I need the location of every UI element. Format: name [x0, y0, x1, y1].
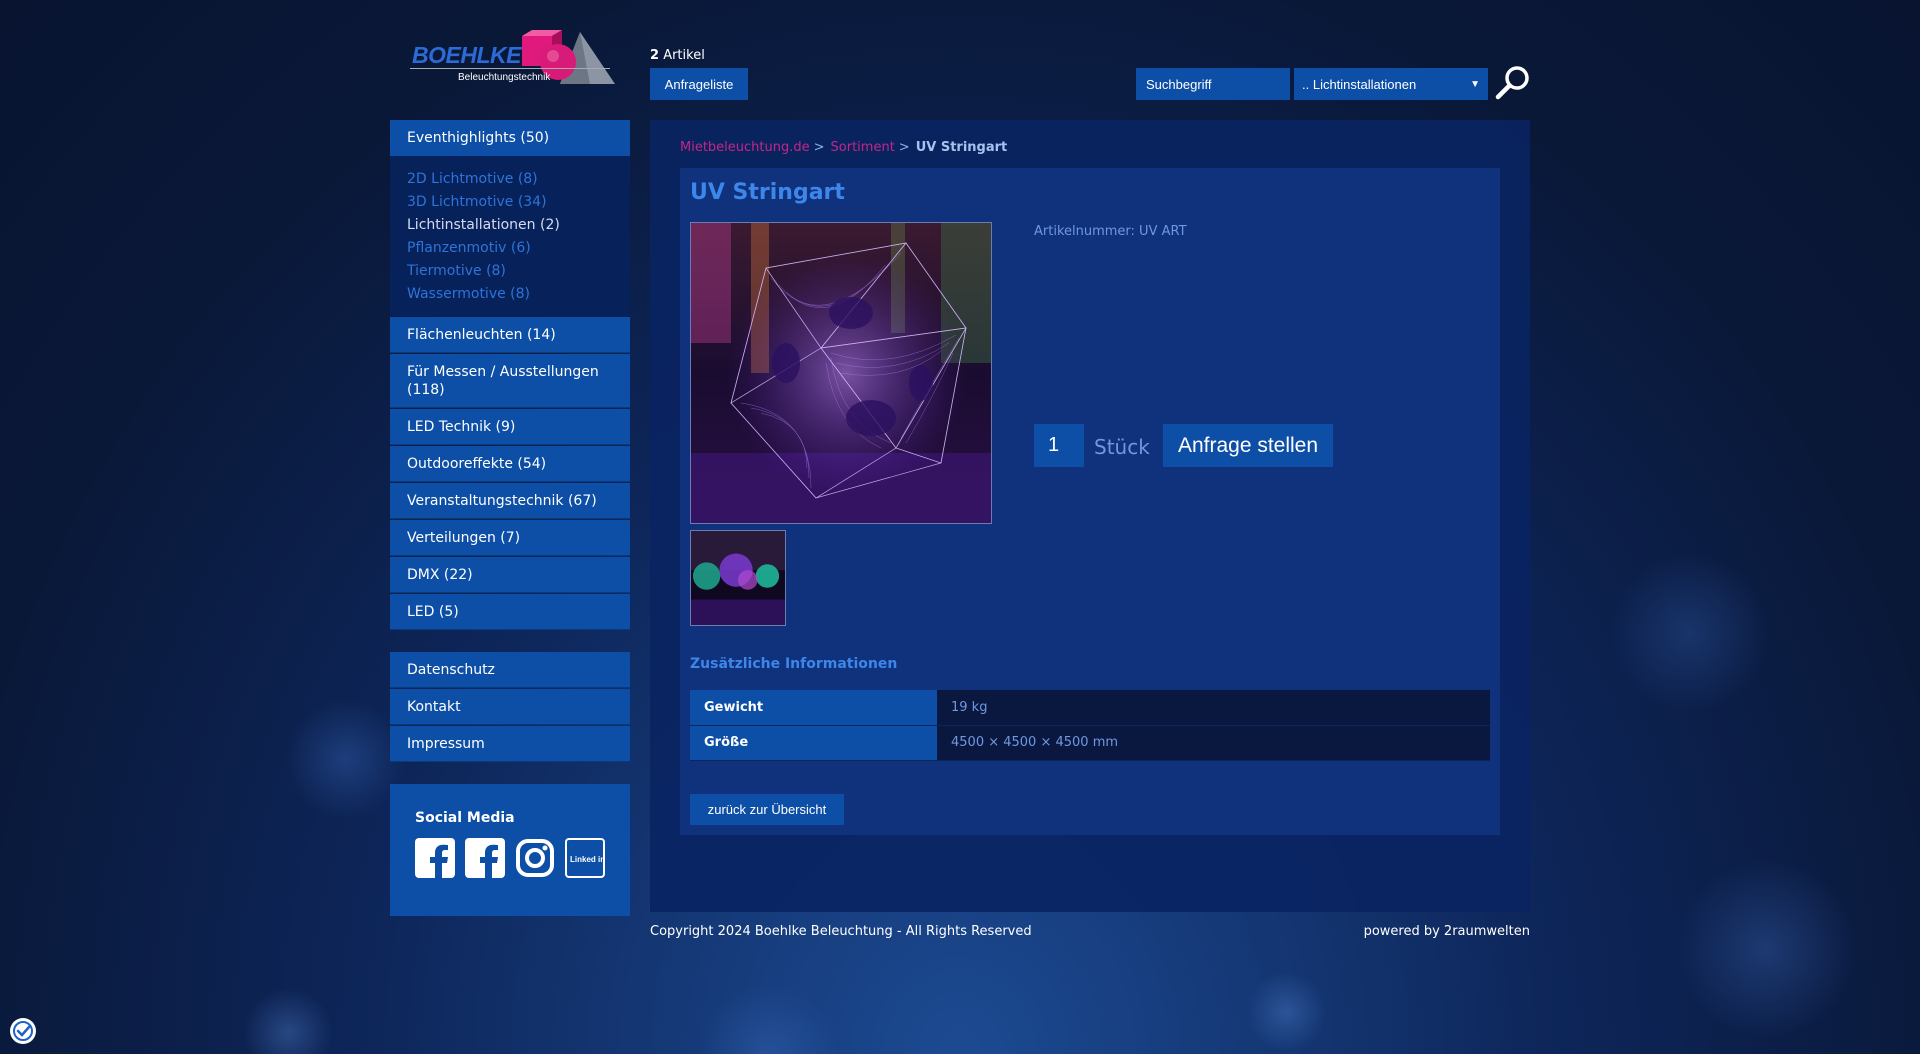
- category-nav: Flächenleuchten (14) Für Messen / Ausste…: [390, 317, 630, 630]
- search-icon[interactable]: [1494, 64, 1532, 102]
- product-article-number: Artikelnummer: UV ART: [1034, 224, 1187, 239]
- sidebar-item-veranstaltungstechnik[interactable]: Veranstaltungstechnik (67): [390, 483, 630, 519]
- product-thumbnail[interactable]: [690, 530, 786, 626]
- info-value: 4500 × 4500 × 4500 mm: [937, 725, 1490, 761]
- sidebar-item-dmx[interactable]: DMX (22): [390, 557, 630, 593]
- facebook-icon[interactable]: [415, 838, 455, 878]
- chevron-down-icon: ▼: [1470, 78, 1480, 90]
- category-select-value: .. Lichtinstallationen: [1302, 76, 1417, 92]
- cart-count-label: Artikel: [663, 48, 705, 63]
- info-value: 19 kg: [937, 690, 1490, 726]
- sidebar-item-led[interactable]: LED (5): [390, 594, 630, 630]
- category-select[interactable]: .. Lichtinstallationen ▼: [1294, 68, 1488, 100]
- quantity-input[interactable]: [1034, 424, 1084, 467]
- logo-subtitle: Beleuchtungstechnik: [458, 72, 551, 83]
- sidebar-item-verteilungen[interactable]: Verteilungen (7): [390, 520, 630, 556]
- social-media-box: Social Media Linked in: [390, 784, 630, 916]
- search-input[interactable]: [1136, 68, 1290, 100]
- table-row: Größe 4500 × 4500 × 4500 mm: [690, 725, 1490, 761]
- copyright-text: Copyright 2024 Boehlke Beleuchtung - All…: [650, 924, 1032, 939]
- sidebar-item-datenschutz[interactable]: Datenschutz: [390, 652, 630, 688]
- additional-info-title: Zusätzliche Informationen: [690, 656, 898, 672]
- subcategory-item-active[interactable]: Lichtinstallationen (2): [407, 214, 613, 237]
- cookie-consent-icon[interactable]: [10, 1018, 36, 1044]
- category-box: Eventhighlights (50) 2D Lichtmotive (8) …: [390, 120, 630, 316]
- logo[interactable]: BOEHLKE Beleuchtungstechnik: [410, 28, 620, 90]
- instagram-icon[interactable]: [515, 838, 555, 878]
- sidebar-item-led-technik[interactable]: LED Technik (9): [390, 409, 630, 445]
- subcategory-item[interactable]: 2D Lichtmotive (8): [407, 168, 613, 191]
- cart-count-number: 2: [650, 48, 660, 63]
- breadcrumb-home-link[interactable]: Mietbeleuchtung.de: [680, 140, 810, 155]
- breadcrumb-separator: >: [898, 140, 910, 155]
- facebook-icon[interactable]: [465, 838, 505, 878]
- sidebar-item-outdooreffekte[interactable]: Outdooreffekte (54): [390, 446, 630, 482]
- linkedin-text: Linked in: [570, 855, 605, 864]
- sidebar-item-kontakt[interactable]: Kontakt: [390, 689, 630, 725]
- info-label: Gewicht: [690, 690, 937, 726]
- main-content: Mietbeleuchtung.de > Sortiment > UV Stringar…: [650, 120, 1530, 912]
- subcategory-item[interactable]: Tiermotive (8): [407, 260, 613, 283]
- social-icons: Linked in: [415, 838, 605, 878]
- social-media-title: Social Media: [415, 810, 515, 826]
- subcategory-item[interactable]: Pflanzenmotiv (6): [407, 237, 613, 260]
- sidebar-item-impressum[interactable]: Impressum: [390, 726, 630, 762]
- table-row: Gewicht 19 kg: [690, 690, 1490, 726]
- legal-nav: Datenschutz Kontakt Impressum: [390, 652, 630, 762]
- product-title: UV Stringart: [690, 180, 845, 205]
- breadcrumb: Mietbeleuchtung.de > Sortiment > UV Stringar…: [680, 140, 1007, 155]
- anfrage-stellen-button[interactable]: Anfrage stellen: [1163, 424, 1333, 467]
- subcategory-item[interactable]: 3D Lichtmotive (34): [407, 191, 613, 214]
- subcategory-list: 2D Lichtmotive (8) 3D Lichtmotive (34) L…: [390, 156, 630, 316]
- additional-info-table: Gewicht 19 kg Größe 4500 × 4500 × 4500 m…: [690, 690, 1490, 761]
- anfrageliste-button[interactable]: Anfrageliste: [650, 68, 748, 100]
- back-to-overview-button[interactable]: zurück zur Übersicht: [690, 794, 844, 825]
- sidebar-item-eventhighlights[interactable]: Eventhighlights (50): [390, 120, 630, 156]
- subcategory-item[interactable]: Wassermotive (8): [407, 283, 613, 306]
- product-panel: UV Stringart Artikelnummer: UV ART 1 Stü…: [680, 168, 1500, 835]
- linkedin-icon[interactable]: Linked in: [565, 838, 605, 878]
- powered-by-link[interactable]: powered by 2raumwelten: [1364, 924, 1530, 939]
- page-container: BOEHLKE Beleuchtungstechnik 2 Artikel An…: [390, 0, 1530, 1054]
- logo-text: BOEHLKE: [412, 42, 521, 68]
- product-image[interactable]: [690, 222, 992, 524]
- cart-count: 2 Artikel: [650, 48, 705, 63]
- breadcrumb-current: UV Stringart: [915, 140, 1008, 155]
- quantity-unit: Stück: [1094, 435, 1150, 459]
- sidebar: Eventhighlights (50) 2D Lichtmotive (8) …: [390, 120, 630, 916]
- breadcrumb-separator: >: [813, 140, 825, 155]
- info-label: Größe: [690, 725, 937, 761]
- sidebar-item-flaechenleuchten[interactable]: Flächenleuchten (14): [390, 317, 630, 353]
- sidebar-item-messen[interactable]: Für Messen / Ausstellungen (118): [390, 354, 630, 408]
- breadcrumb-sortiment-link[interactable]: Sortiment: [831, 140, 895, 155]
